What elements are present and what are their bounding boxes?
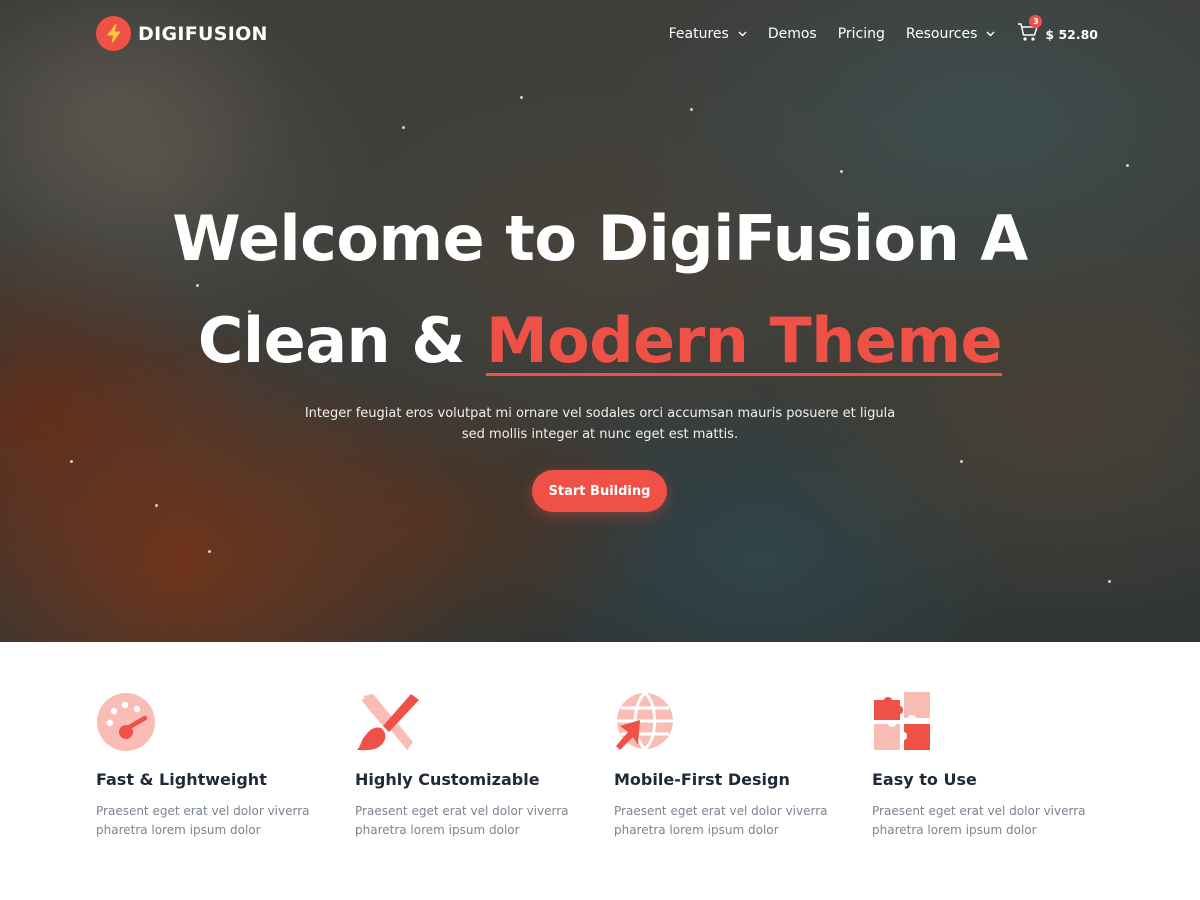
nav-item-label: Pricing — [837, 26, 885, 42]
star-decoration — [840, 170, 843, 173]
site-logo[interactable]: DIGIFUSION — [96, 16, 268, 51]
feature-description: Praesent eget erat vel dolor viverra pha… — [872, 804, 1086, 837]
hero-heading-line-1: Welcome to DigiFusion A — [172, 202, 1028, 275]
star-decoration — [520, 96, 523, 99]
puzzle-icon — [872, 692, 932, 752]
feature-title: Fast & Lightweight — [96, 770, 267, 789]
star-decoration — [690, 108, 693, 111]
features-section: Fast & Lightweight Praesent eget erat ve… — [0, 642, 1200, 900]
feature-card: Easy to Use Praesent eget erat vel dolor… — [872, 692, 1112, 840]
chevron-down-icon — [986, 31, 995, 37]
star-decoration — [155, 504, 158, 507]
feature-description: Praesent eget erat vel dolor viverra pha… — [355, 804, 569, 837]
star-decoration — [402, 126, 405, 129]
speedometer-icon — [96, 692, 156, 752]
star-decoration — [960, 460, 963, 463]
star-decoration — [70, 460, 73, 463]
site-header: DIGIFUSION Features Demos Pricing Resour… — [0, 0, 1200, 66]
nav-item-label: Features — [668, 26, 729, 42]
bolt-icon — [96, 16, 131, 51]
star-decoration — [1126, 164, 1129, 167]
chevron-down-icon — [738, 31, 747, 37]
cart-button[interactable]: 3 $ 52.80 — [1017, 15, 1098, 46]
feature-card: Fast & Lightweight Praesent eget erat ve… — [96, 692, 336, 840]
feature-title: Highly Customizable — [355, 770, 540, 789]
feature-title: Easy to Use — [872, 770, 977, 789]
globe-pointer-icon — [614, 691, 674, 752]
cart-total: $ 52.80 — [1045, 26, 1098, 42]
hero-heading-prefix: Clean & — [197, 304, 486, 377]
nav-item-demos[interactable]: Demos — [768, 26, 817, 42]
nav-item-label: Resources — [905, 26, 978, 42]
brand-name: DIGIFUSION — [138, 22, 268, 45]
feature-title: Mobile-First Design — [614, 770, 790, 789]
cart-count-badge: 3 — [1029, 15, 1043, 28]
hero-heading-line-2: Clean & Modern Theme — [0, 306, 1200, 376]
nav-item-features[interactable]: Features — [669, 26, 747, 42]
hero-subtitle: Integer feugiat eros volutpat mi ornare … — [304, 406, 896, 442]
paintbrush-icon — [355, 692, 419, 752]
star-decoration — [208, 550, 211, 553]
star-decoration — [196, 284, 199, 287]
nav-item-label: Demos — [767, 26, 817, 42]
start-building-button[interactable]: Start Building — [532, 470, 667, 512]
nav-item-resources[interactable]: Resources — [906, 26, 996, 42]
feature-description: Praesent eget erat vel dolor viverra pha… — [96, 804, 310, 837]
main-nav: Features Demos Pricing Resources 3 $ 52.… — [669, 15, 1098, 46]
nav-item-pricing[interactable]: Pricing — [838, 26, 885, 42]
hero-heading-accent: Modern Theme — [485, 304, 1003, 377]
feature-card: Highly Customizable Praesent eget erat v… — [355, 692, 595, 840]
feature-card: Mobile-First Design Praesent eget erat v… — [614, 691, 854, 840]
star-decoration — [1108, 580, 1111, 583]
hero-section: DIGIFUSION Features Demos Pricing Resour… — [0, 0, 1200, 642]
feature-description: Praesent eget erat vel dolor viverra pha… — [614, 804, 828, 837]
